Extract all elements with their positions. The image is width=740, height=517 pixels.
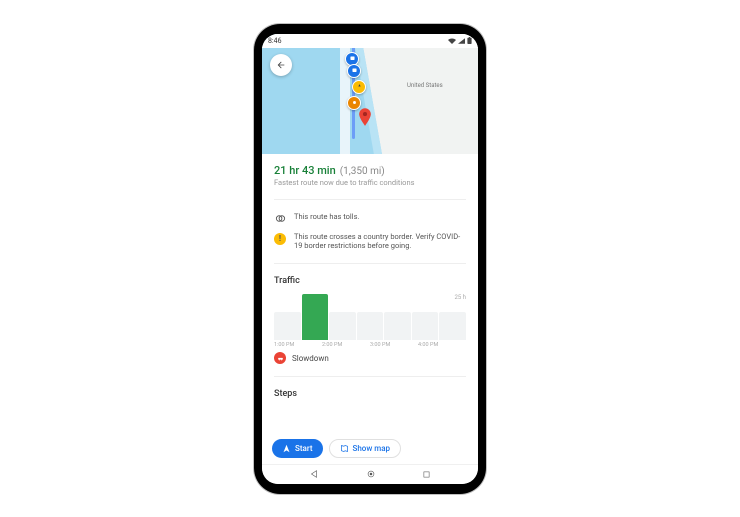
battery-icon — [467, 37, 472, 44]
nav-home-icon[interactable] — [366, 469, 376, 479]
route-subtitle: Fastest route now due to traffic conditi… — [274, 178, 466, 187]
slowdown-badge-icon — [274, 352, 286, 364]
toll-notice: This route has tolls. — [274, 212, 466, 224]
slowdown-row: Slowdown — [274, 352, 466, 364]
map-icon — [340, 444, 349, 453]
nav-recent-icon[interactable] — [422, 470, 431, 479]
divider — [274, 199, 466, 200]
arrow-left-icon — [276, 60, 286, 70]
traffic-bar — [439, 312, 466, 340]
traffic-bar — [329, 312, 356, 340]
route-point-icon — [347, 64, 361, 78]
toll-text: This route has tolls. — [294, 212, 466, 222]
xaxis-label: 1:00 PM — [274, 342, 322, 348]
xaxis-label: 4:00 PM — [418, 342, 466, 348]
status-icons — [448, 37, 472, 44]
steps-heading: Steps — [274, 389, 466, 399]
status-time: 8:46 — [268, 37, 282, 45]
toll-icon — [274, 212, 286, 224]
map-area[interactable]: United States — [262, 34, 478, 154]
phone-screen: 8:46 United States — [262, 34, 478, 484]
start-label: Start — [295, 444, 313, 453]
xaxis-label: 2:00 PM — [322, 342, 370, 348]
border-notice: ! This route crosses a country border. V… — [274, 232, 466, 252]
android-nav-bar — [262, 464, 478, 484]
border-text: This route crosses a country border. Ver… — [294, 232, 466, 252]
navigate-icon — [282, 444, 291, 453]
construction-icon — [352, 80, 366, 94]
phone-frame: 8:46 United States — [254, 24, 486, 494]
traffic-bar-current — [302, 294, 329, 340]
nav-back-icon[interactable] — [309, 469, 319, 479]
signal-icon — [458, 38, 465, 44]
xaxis-label: 3:00 PM — [370, 342, 418, 348]
slowdown-label: Slowdown — [292, 354, 329, 363]
wifi-icon — [448, 38, 456, 44]
status-bar: 8:46 — [262, 34, 478, 48]
divider — [274, 376, 466, 377]
route-card: 21 hr 43 min (1,350 mi) Fastest route no… — [262, 154, 478, 431]
divider — [274, 263, 466, 264]
back-button[interactable] — [270, 54, 292, 76]
route-duration: 21 hr 43 min — [274, 164, 336, 177]
traffic-bar — [357, 312, 384, 340]
start-button[interactable]: Start — [272, 439, 323, 458]
bottom-action-bar: Start Show map — [262, 431, 478, 464]
warning-icon: ! — [274, 233, 286, 245]
traffic-bar — [384, 312, 411, 340]
traffic-heading: Traffic — [274, 276, 466, 286]
map-ocean — [262, 34, 386, 154]
route-distance: (1,350 mi) — [340, 166, 385, 177]
route-title: 21 hr 43 min (1,350 mi) — [274, 164, 466, 177]
show-map-label: Show map — [353, 444, 391, 453]
traffic-extra-label: 25 h — [454, 294, 466, 301]
traffic-bar — [412, 312, 439, 340]
traffic-chart: 25 h — [274, 294, 466, 340]
traffic-xaxis: 1:00 PM 2:00 PM 3:00 PM 4:00 PM — [274, 342, 466, 348]
destination-pin-icon — [358, 108, 372, 122]
traffic-bar — [274, 312, 301, 340]
map-country-label: United States — [407, 82, 443, 89]
show-map-button[interactable]: Show map — [329, 439, 402, 458]
